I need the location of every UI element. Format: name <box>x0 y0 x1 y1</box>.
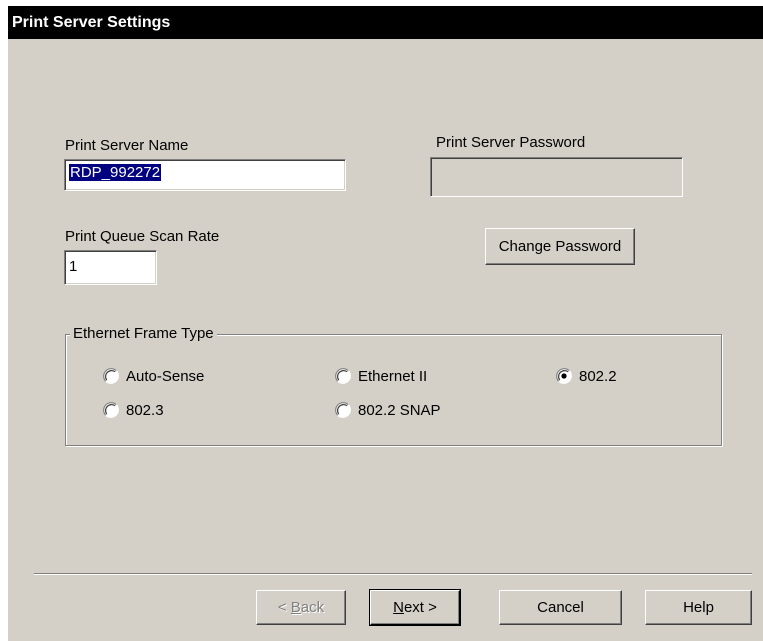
server-name-value: RDP_992272 <box>69 164 162 181</box>
radio-label: 802.2 SNAP <box>358 402 441 419</box>
radio-label: 802.3 <box>126 402 164 419</box>
radio-802-3[interactable]: 802.3 <box>103 401 203 421</box>
change-password-button[interactable]: Change Password <box>485 228 635 265</box>
scan-rate-label: Print Queue Scan Rate <box>65 228 220 245</box>
server-name-field[interactable]: RDP_992272 <box>64 159 346 191</box>
radio-label: Auto-Sense <box>126 368 205 385</box>
radio-label: 802.2 <box>579 368 617 385</box>
server-password-field[interactable] <box>430 157 683 197</box>
radio-button-icon <box>335 402 351 418</box>
scan-rate-value: 1 <box>69 258 78 275</box>
frame-type-group <box>65 334 722 446</box>
radio-button-icon <box>556 368 572 384</box>
back-button[interactable]: < Back <box>256 590 346 625</box>
radio-button-icon <box>103 402 119 418</box>
server-password-label: Print Server Password <box>436 134 586 151</box>
cancel-button[interactable]: Cancel <box>499 590 622 625</box>
radio-802-2[interactable]: 802.2 <box>556 367 656 387</box>
footer-separator <box>34 573 752 575</box>
dialog-title: Print Server Settings <box>8 6 763 39</box>
print-server-settings-dialog: Print Server Settings Print Server Name … <box>7 5 763 641</box>
radio-label: Ethernet II <box>358 368 428 385</box>
radio-checked-dot <box>561 373 567 379</box>
radio-ethernet-ii[interactable]: Ethernet II <box>335 367 485 387</box>
radio-auto-sense[interactable]: Auto-Sense <box>103 367 253 387</box>
next-button[interactable]: Next > <box>369 589 461 626</box>
frame-type-title: Ethernet Frame Type <box>70 325 217 342</box>
radio-802-2-snap[interactable]: 802.2 SNAP <box>335 401 485 421</box>
radio-button-icon <box>103 368 119 384</box>
help-button[interactable]: Help <box>645 590 752 625</box>
scan-rate-field[interactable]: 1 <box>64 250 157 285</box>
server-name-label: Print Server Name <box>65 137 189 154</box>
radio-button-icon <box>335 368 351 384</box>
